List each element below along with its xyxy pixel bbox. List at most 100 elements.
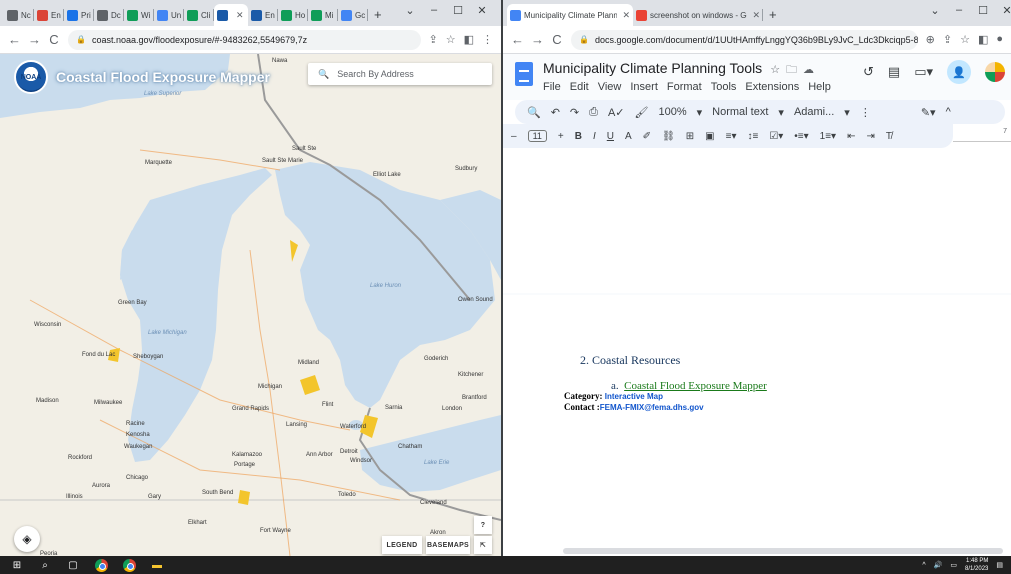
- browser-tab[interactable]: ✕: [214, 4, 248, 26]
- address-bar[interactable]: 🔒 docs.google.com/document/d/1UUtHAmffyL…: [571, 29, 918, 50]
- increase-font-icon[interactable]: +: [558, 131, 564, 142]
- help-button[interactable]: ?: [474, 516, 492, 534]
- share-icon[interactable]: ⇪: [429, 33, 438, 46]
- zoom-select[interactable]: 100%: [658, 106, 686, 118]
- browser-tab[interactable]: Gc: [338, 4, 368, 26]
- redo-icon[interactable]: ↷: [570, 106, 579, 119]
- close-tab-icon[interactable]: ✕: [622, 10, 630, 21]
- spellcheck-icon[interactable]: A✓: [608, 106, 625, 119]
- back-icon[interactable]: ←: [511, 32, 524, 47]
- minimize-icon[interactable]: –: [422, 4, 446, 17]
- new-tab-button[interactable]: +: [763, 4, 783, 26]
- address-search[interactable]: 🔍 Search By Address: [308, 63, 492, 85]
- font-size-input[interactable]: 11: [527, 130, 547, 142]
- search-icon[interactable]: ⌕: [38, 558, 52, 572]
- highlight-icon[interactable]: ✐: [643, 131, 651, 142]
- close-icon[interactable]: ✕: [470, 4, 494, 17]
- zoom-icon[interactable]: ⊕: [926, 33, 935, 46]
- font-select[interactable]: Adami...: [794, 106, 834, 118]
- browser-tab[interactable]: Mi: [308, 4, 338, 26]
- volume-icon[interactable]: 🔊: [934, 561, 943, 569]
- sidepanel-icon[interactable]: ◧: [464, 33, 474, 46]
- undo-icon[interactable]: ↶: [551, 106, 560, 119]
- menu-extensions[interactable]: Extensions: [745, 81, 799, 93]
- ruler[interactable]: 7: [953, 128, 1011, 142]
- chrome-icon[interactable]: [122, 558, 136, 572]
- line-spacing-icon[interactable]: ↕≡: [747, 131, 758, 142]
- history-icon[interactable]: ↺: [863, 64, 874, 80]
- browser-tab[interactable]: Ho: [278, 4, 308, 26]
- close-icon[interactable]: ✕: [995, 4, 1011, 17]
- collapse-icon[interactable]: ^: [946, 106, 951, 118]
- docs-logo-icon[interactable]: [515, 62, 533, 86]
- indent-increase-icon[interactable]: ⇥: [866, 131, 874, 142]
- checklist-icon[interactable]: ☑▾: [769, 131, 783, 142]
- legend-button[interactable]: LEGEND: [382, 536, 422, 554]
- text-color-icon[interactable]: A: [625, 131, 632, 142]
- tray-chevron-icon[interactable]: ^: [922, 562, 925, 569]
- forward-icon[interactable]: →: [28, 32, 41, 47]
- menu-edit[interactable]: Edit: [570, 81, 589, 93]
- map-canvas[interactable]: Lake Superior Nawa Marquette Sault Ste Mari…: [0, 54, 501, 556]
- new-tab-button[interactable]: +: [368, 4, 388, 26]
- browser-tab[interactable]: En: [248, 4, 278, 26]
- browser-tab[interactable]: Dc: [94, 4, 124, 26]
- document-title[interactable]: Municipality Climate Planning Tools: [543, 60, 762, 76]
- layers-icon[interactable]: ◈: [14, 526, 40, 552]
- print-icon[interactable]: ⎙: [589, 106, 598, 119]
- bullet-list-icon[interactable]: •≡▾: [794, 131, 808, 142]
- chevron-down-icon[interactable]: ⌄: [398, 4, 422, 17]
- reload-icon[interactable]: C: [551, 32, 563, 47]
- maximize-icon[interactable]: ☐: [446, 4, 470, 17]
- network-icon[interactable]: ▭: [950, 561, 957, 569]
- horizontal-scrollbar[interactable]: [563, 548, 1003, 554]
- avatar[interactable]: [985, 62, 1005, 82]
- bold-icon[interactable]: B: [575, 131, 582, 142]
- close-tab-icon[interactable]: ✕: [752, 10, 760, 21]
- numbered-list-icon[interactable]: 1≡▾: [820, 131, 836, 142]
- back-icon[interactable]: ←: [8, 32, 21, 47]
- task-view-icon[interactable]: ▢: [66, 558, 80, 572]
- clear-format-icon[interactable]: T̸: [886, 131, 892, 142]
- share-map-icon[interactable]: ⇱: [474, 536, 492, 554]
- close-tab-icon[interactable]: ✕: [236, 10, 244, 21]
- share-icon[interactable]: ⇪: [943, 33, 952, 46]
- align-icon[interactable]: ≡▾: [726, 131, 737, 142]
- chrome-icon[interactable]: [94, 558, 108, 572]
- menu-tools[interactable]: Tools: [711, 81, 737, 93]
- reload-icon[interactable]: C: [48, 32, 60, 47]
- title-actions[interactable]: ☆🗀☁: [770, 64, 820, 76]
- share-people-icon[interactable]: 👤: [947, 60, 971, 84]
- browser-tab[interactable]: Municipality Climate Planning Too ✕: [507, 4, 633, 26]
- menu-help[interactable]: Help: [808, 81, 831, 93]
- browser-tab[interactable]: En: [34, 4, 64, 26]
- browser-tab[interactable]: Nc: [4, 4, 34, 26]
- image-icon[interactable]: ▣: [705, 131, 714, 142]
- menu-insert[interactable]: Insert: [630, 81, 658, 93]
- pen-icon[interactable]: ✎▾: [921, 106, 936, 119]
- menu-icon[interactable]: ⋮: [482, 33, 493, 46]
- menu-file[interactable]: File: [543, 81, 561, 93]
- search-menus-icon[interactable]: 🔍: [527, 106, 541, 119]
- more-icon[interactable]: ⋮: [860, 106, 871, 119]
- windows-start-icon[interactable]: ⊞: [10, 558, 24, 572]
- extension-icon[interactable]: ●: [996, 33, 1003, 46]
- star-icon[interactable]: ☆: [960, 33, 970, 46]
- notification-icon[interactable]: ▤: [996, 561, 1003, 569]
- address-bar[interactable]: 🔒 coast.noaa.gov/floodexposure/#-9483262…: [68, 29, 421, 50]
- forward-icon[interactable]: →: [531, 32, 544, 47]
- italic-icon[interactable]: I: [593, 131, 596, 142]
- menu-view[interactable]: View: [598, 81, 622, 93]
- sidepanel-icon[interactable]: ◧: [978, 33, 988, 46]
- underline-icon[interactable]: U: [607, 131, 614, 142]
- meet-icon[interactable]: ▭▾: [914, 64, 933, 80]
- paint-format-icon[interactable]: 🖌: [635, 106, 649, 119]
- decrease-font-icon[interactable]: –: [511, 131, 517, 142]
- minimize-icon[interactable]: –: [947, 4, 971, 17]
- file-explorer-icon[interactable]: ▬: [150, 558, 164, 572]
- indent-decrease-icon[interactable]: ⇤: [847, 131, 855, 142]
- maximize-icon[interactable]: ☐: [971, 4, 995, 17]
- browser-tab[interactable]: Cli: [184, 4, 214, 26]
- style-select[interactable]: Normal text: [712, 106, 768, 118]
- comment-icon[interactable]: ⊞: [686, 131, 694, 142]
